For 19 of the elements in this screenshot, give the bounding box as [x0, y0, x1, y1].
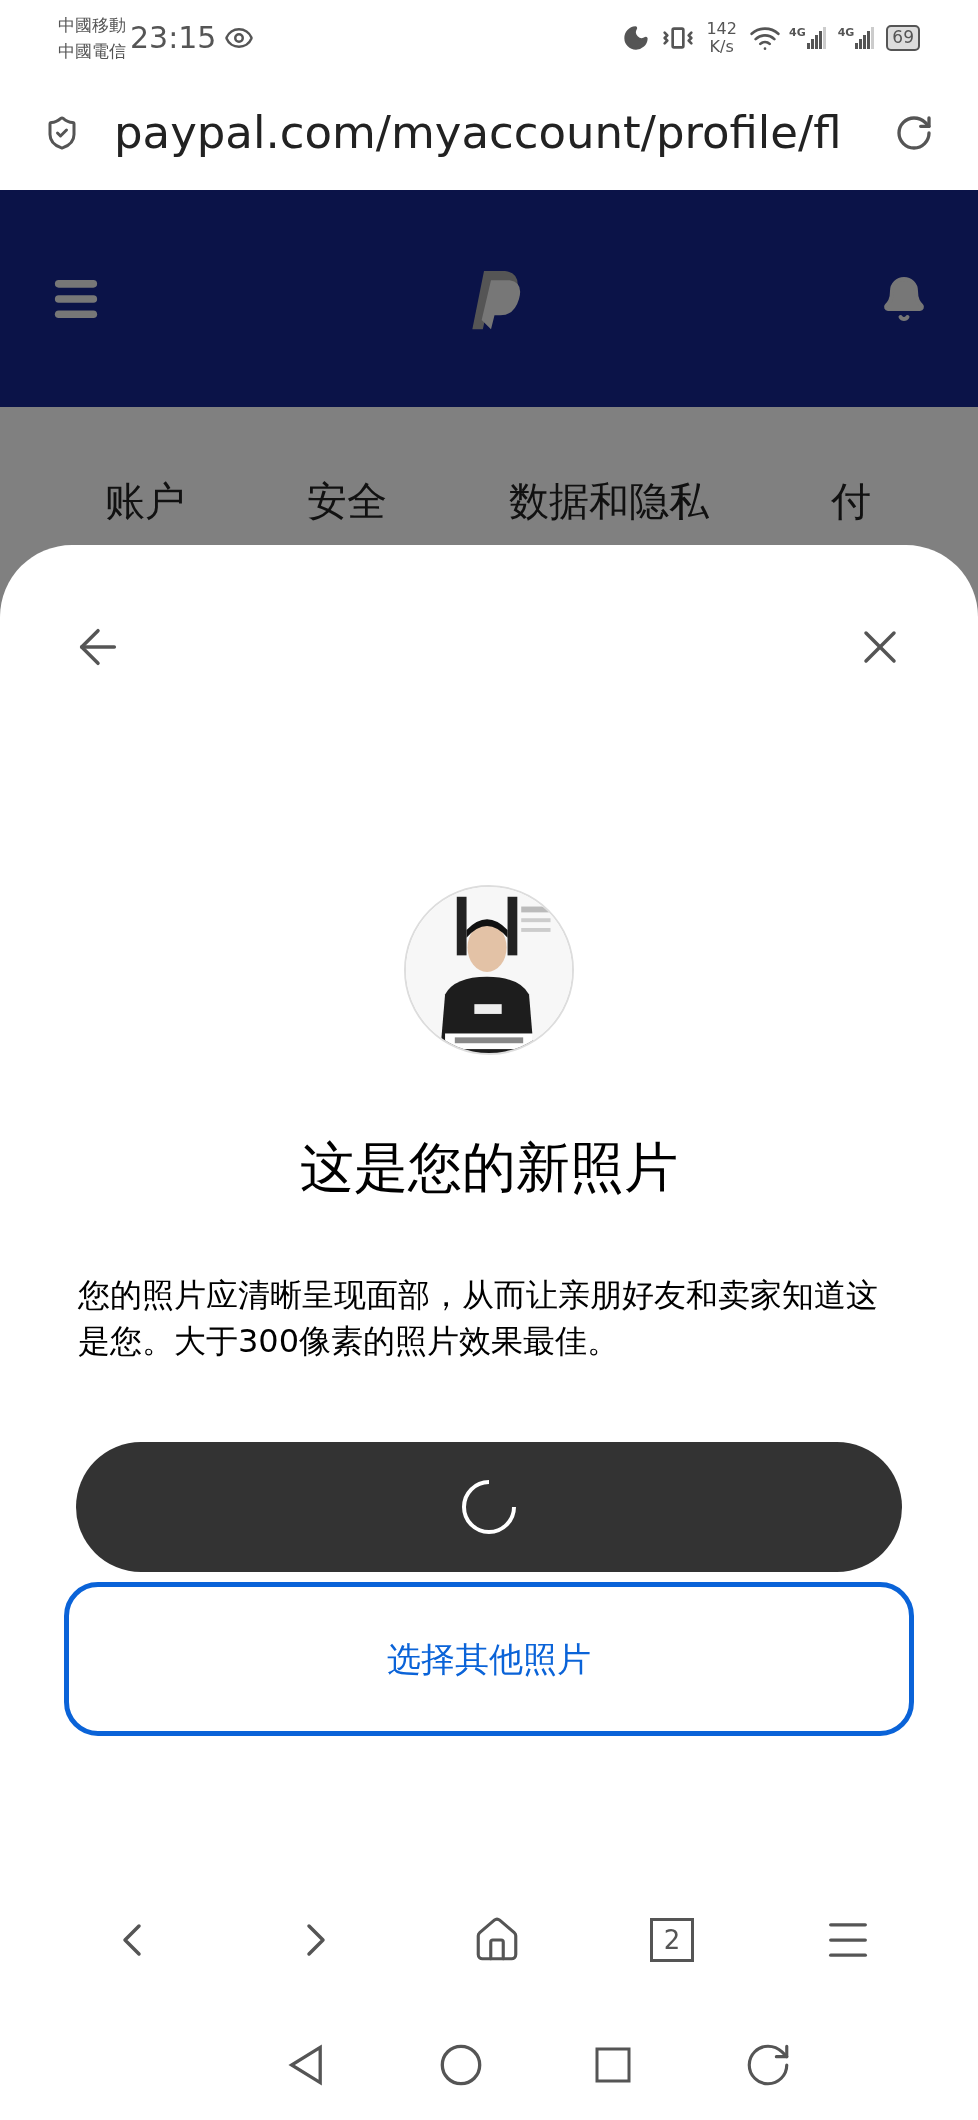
battery-indicator: 69	[886, 24, 920, 51]
tab[interactable]: 安全	[307, 471, 387, 531]
tab[interactable]: 数据和隐私	[509, 471, 709, 531]
carrier-name: 中國電信	[58, 39, 126, 63]
dialog-title: 这是您的新照片	[299, 1135, 679, 1201]
network-speed: K/s	[709, 37, 734, 56]
tab[interactable]: 账户	[105, 471, 185, 531]
carrier-name: 中國移動	[58, 13, 126, 37]
network-speed: 142	[706, 19, 737, 38]
moon-icon	[622, 23, 651, 52]
tab-count[interactable]: 2	[650, 1918, 694, 1962]
spinner-icon	[459, 1477, 519, 1537]
home-circle-icon[interactable]	[439, 2043, 483, 2087]
recent-apps-icon[interactable]	[593, 2045, 633, 2085]
clock-time: 23:15	[130, 19, 217, 57]
choose-other-photo-button[interactable]: 选择其他照片	[64, 1582, 914, 1736]
url-text[interactable]: paypal.com/myaccount/profile/fl	[114, 98, 854, 167]
tab[interactable]: 付	[831, 471, 871, 531]
dialog-description: 您的照片应清晰呈现面部，从而让亲朋好友和卖家知道这是您。大于300像素的照片效果最佳。	[77, 1275, 879, 1362]
